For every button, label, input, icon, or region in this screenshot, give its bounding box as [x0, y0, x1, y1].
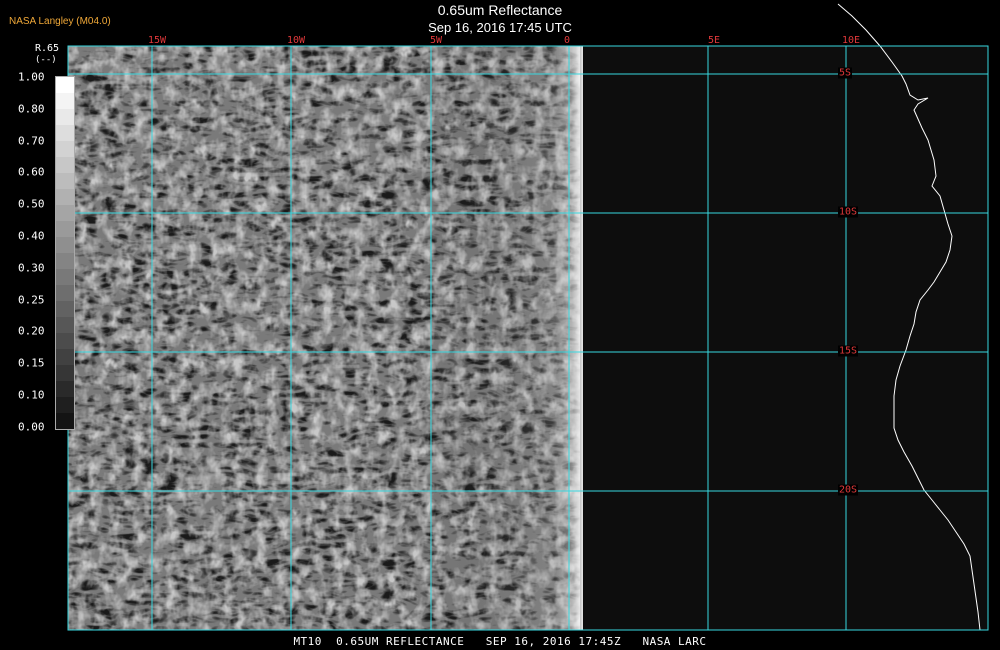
longitude-label: 5W — [429, 35, 443, 46]
colorbar-variable: R.65 — [35, 43, 60, 54]
colorbar-segment — [56, 189, 74, 205]
colorbar-segment — [56, 173, 74, 189]
colorbar-segment — [56, 413, 74, 429]
colorbar-tick-label: 0.00 — [18, 420, 45, 434]
longitude-label: 10W — [286, 35, 306, 46]
colorbar-segment — [56, 381, 74, 397]
colorbar-tick-label: 0.10 — [18, 388, 45, 402]
longitude-label: 0 — [563, 35, 571, 46]
colorbar-tick-label: 0.30 — [18, 261, 45, 275]
longitude-label: 15W — [147, 35, 167, 46]
colorbar-segment — [56, 333, 74, 349]
latitude-label: 20S — [838, 484, 859, 496]
colorbar-tick-label: 0.20 — [18, 324, 45, 338]
colorbar-segment — [56, 365, 74, 381]
colorbar-segment — [56, 301, 74, 317]
colorbar-segment — [56, 205, 74, 221]
colorbar-segment — [56, 77, 74, 93]
colorbar-tick-label: 0.15 — [18, 356, 45, 370]
no-data-region — [580, 46, 988, 630]
colorbar-segment — [56, 317, 74, 333]
colorbar-segment — [56, 125, 74, 141]
latitude-label: 5S — [838, 67, 853, 79]
colorbar-tick-label: 0.70 — [18, 134, 45, 148]
colorbar-unit: (--) — [35, 55, 57, 65]
footer-caption: MT10 0.65UM REFLECTANCE SEP 16, 2016 17:… — [293, 635, 707, 648]
colorbar-segment — [56, 141, 74, 157]
colorbar-tick-label: 0.80 — [18, 102, 45, 116]
colorbar-segment — [56, 237, 74, 253]
reflectance-map — [67, 3, 989, 631]
colorbar-tick-label: 1.00 — [18, 70, 45, 84]
colorbar-tick-label: 0.25 — [18, 293, 45, 307]
colorbar-tick-label: 0.40 — [18, 229, 45, 243]
image-timestamp: Sep 16, 2016 17:45 UTC — [428, 20, 572, 35]
colorbar — [55, 76, 75, 430]
colorbar-tick-label: 0.50 — [18, 197, 45, 211]
longitude-label: 5E — [707, 35, 721, 46]
colorbar-tick-label: 0.60 — [18, 165, 45, 179]
colorbar-segment — [56, 397, 74, 413]
latitude-label: 10S — [838, 206, 859, 218]
colorbar-segment — [56, 221, 74, 237]
colorbar-segment — [56, 349, 74, 365]
image-title: 0.65um Reflectance — [437, 2, 563, 18]
colorbar-segment — [56, 269, 74, 285]
cloud-imagery — [68, 46, 583, 630]
colorbar-segment — [56, 253, 74, 269]
colorbar-segment — [56, 157, 74, 173]
colorbar-segment — [56, 285, 74, 301]
colorbar-segment — [56, 93, 74, 109]
colorbar-segment — [56, 109, 74, 125]
longitude-label: 10E — [841, 35, 861, 46]
latitude-label: 15S — [838, 345, 859, 357]
satellite-image-viewer: NASA Langley (M04.0) 0.65um Reflectance … — [0, 0, 1000, 650]
